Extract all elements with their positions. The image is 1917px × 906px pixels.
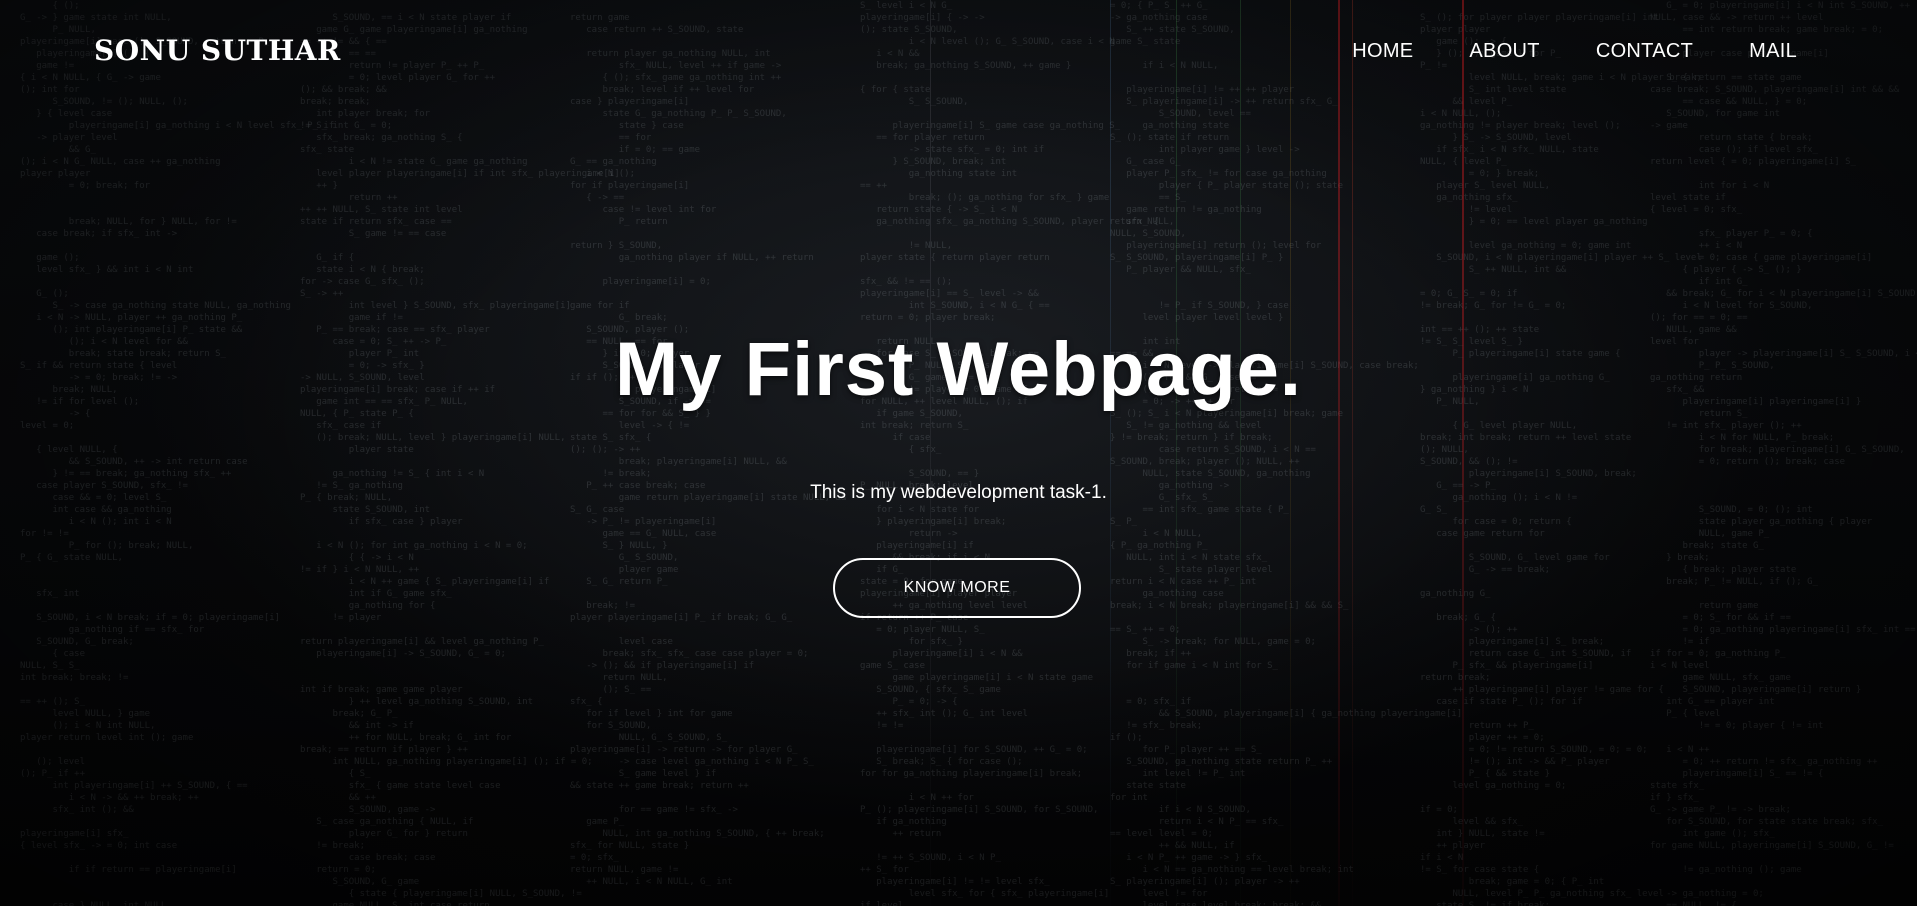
nav-link-about[interactable]: ABOUT	[1469, 40, 1539, 63]
nav-link-home[interactable]: HOME	[1352, 40, 1413, 63]
know-more-button[interactable]: KNOW MORE	[833, 558, 1081, 618]
hero-background: { (); G_ -> } game state int NULL, P_ NU…	[0, 0, 1917, 906]
hero-subtitle: This is my webdevelopment task-1.	[810, 482, 1107, 503]
nav-link-contact[interactable]: CONTACT	[1596, 40, 1693, 63]
nav-link-mail[interactable]: MAIL	[1749, 40, 1797, 63]
brand-logo[interactable]: SONU SUTHAR	[94, 34, 341, 67]
hero-title: My First Webpage.	[614, 327, 1303, 412]
main-nav: HOME ABOUT CONTACT MAIL	[1352, 40, 1797, 63]
background-vignette	[0, 0, 1917, 906]
